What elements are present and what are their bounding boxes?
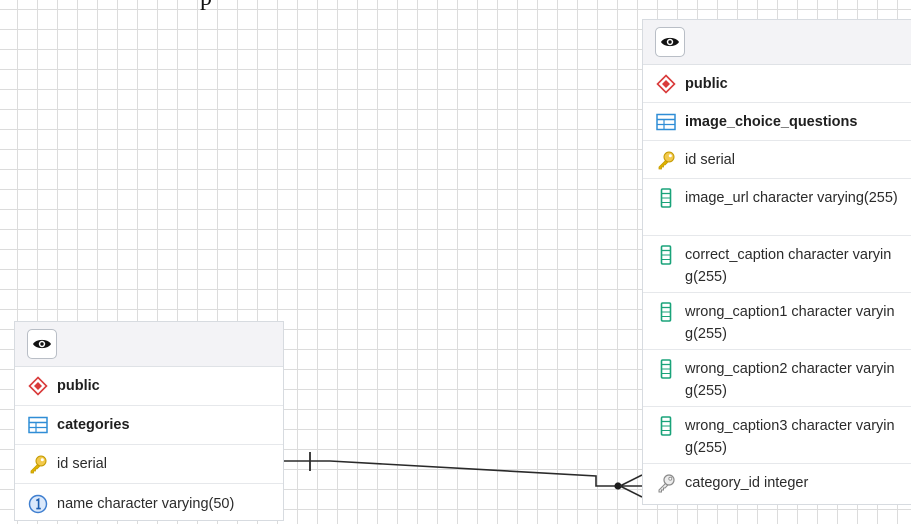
schema-name: public <box>685 75 728 92</box>
column-definition: image_url character varying(255) <box>685 190 898 206</box>
column-definition: wrong_caption3 character varying(255) <box>685 418 895 456</box>
table-icon <box>27 414 49 436</box>
column-icon <box>655 358 677 380</box>
table-node-header <box>643 20 911 65</box>
column-definition: correct_caption character varying(255) <box>685 247 892 285</box>
column-definition: name character varying(50) <box>57 496 235 512</box>
table-node-categories[interactable]: public categories id serial name charact… <box>14 321 284 521</box>
column-row[interactable]: id serial <box>15 445 283 484</box>
key-icon <box>27 453 49 475</box>
column-definition: id serial <box>685 151 735 168</box>
column-row[interactable]: name character varying(50) <box>15 484 283 524</box>
table-name-row[interactable]: image_choice_questions <box>643 103 911 141</box>
eye-icon[interactable] <box>27 329 57 359</box>
table-name: categories <box>57 417 130 433</box>
foreign-key-icon <box>655 472 677 494</box>
column-row[interactable]: wrong_caption1 character varying(255) <box>643 293 911 350</box>
column-row[interactable]: id serial <box>643 141 911 179</box>
column-icon <box>655 415 677 437</box>
column-icon <box>655 187 677 209</box>
table-name-row[interactable]: categories <box>15 406 283 445</box>
relationship-line <box>284 460 642 487</box>
unique-constraint-icon <box>27 493 49 515</box>
column-row[interactable]: wrong_caption2 character varying(255) <box>643 350 911 407</box>
schema-name: public <box>57 378 100 394</box>
column-icon <box>655 301 677 323</box>
table-name: image_choice_questions <box>685 113 858 130</box>
column-icon <box>655 244 677 266</box>
table-icon <box>655 111 677 133</box>
column-row[interactable]: correct_caption character varying(255) <box>643 236 911 293</box>
schema-row[interactable]: public <box>15 367 283 406</box>
column-row[interactable]: wrong_caption3 character varying(255) <box>643 407 911 464</box>
key-icon <box>655 149 677 171</box>
schema-icon <box>655 73 677 95</box>
column-definition: category_id integer <box>685 475 809 491</box>
column-row[interactable]: image_url character varying(255) <box>643 179 911 236</box>
table-node-header <box>15 322 283 367</box>
column-definition: id serial <box>57 456 107 472</box>
column-row[interactable]: category_id integer <box>643 464 911 502</box>
many-marker-prong-upper <box>619 474 643 487</box>
schema-row[interactable]: public <box>643 65 911 103</box>
table-node-image-choice-questions[interactable]: public image_choice_questions id serial … <box>642 19 911 505</box>
many-marker-prong-lower <box>619 485 643 498</box>
column-definition: wrong_caption2 character varying(255) <box>685 361 895 399</box>
column-definition: wrong_caption1 character varying(255) <box>685 304 895 342</box>
eye-icon[interactable] <box>655 27 685 57</box>
schema-icon <box>27 375 49 397</box>
